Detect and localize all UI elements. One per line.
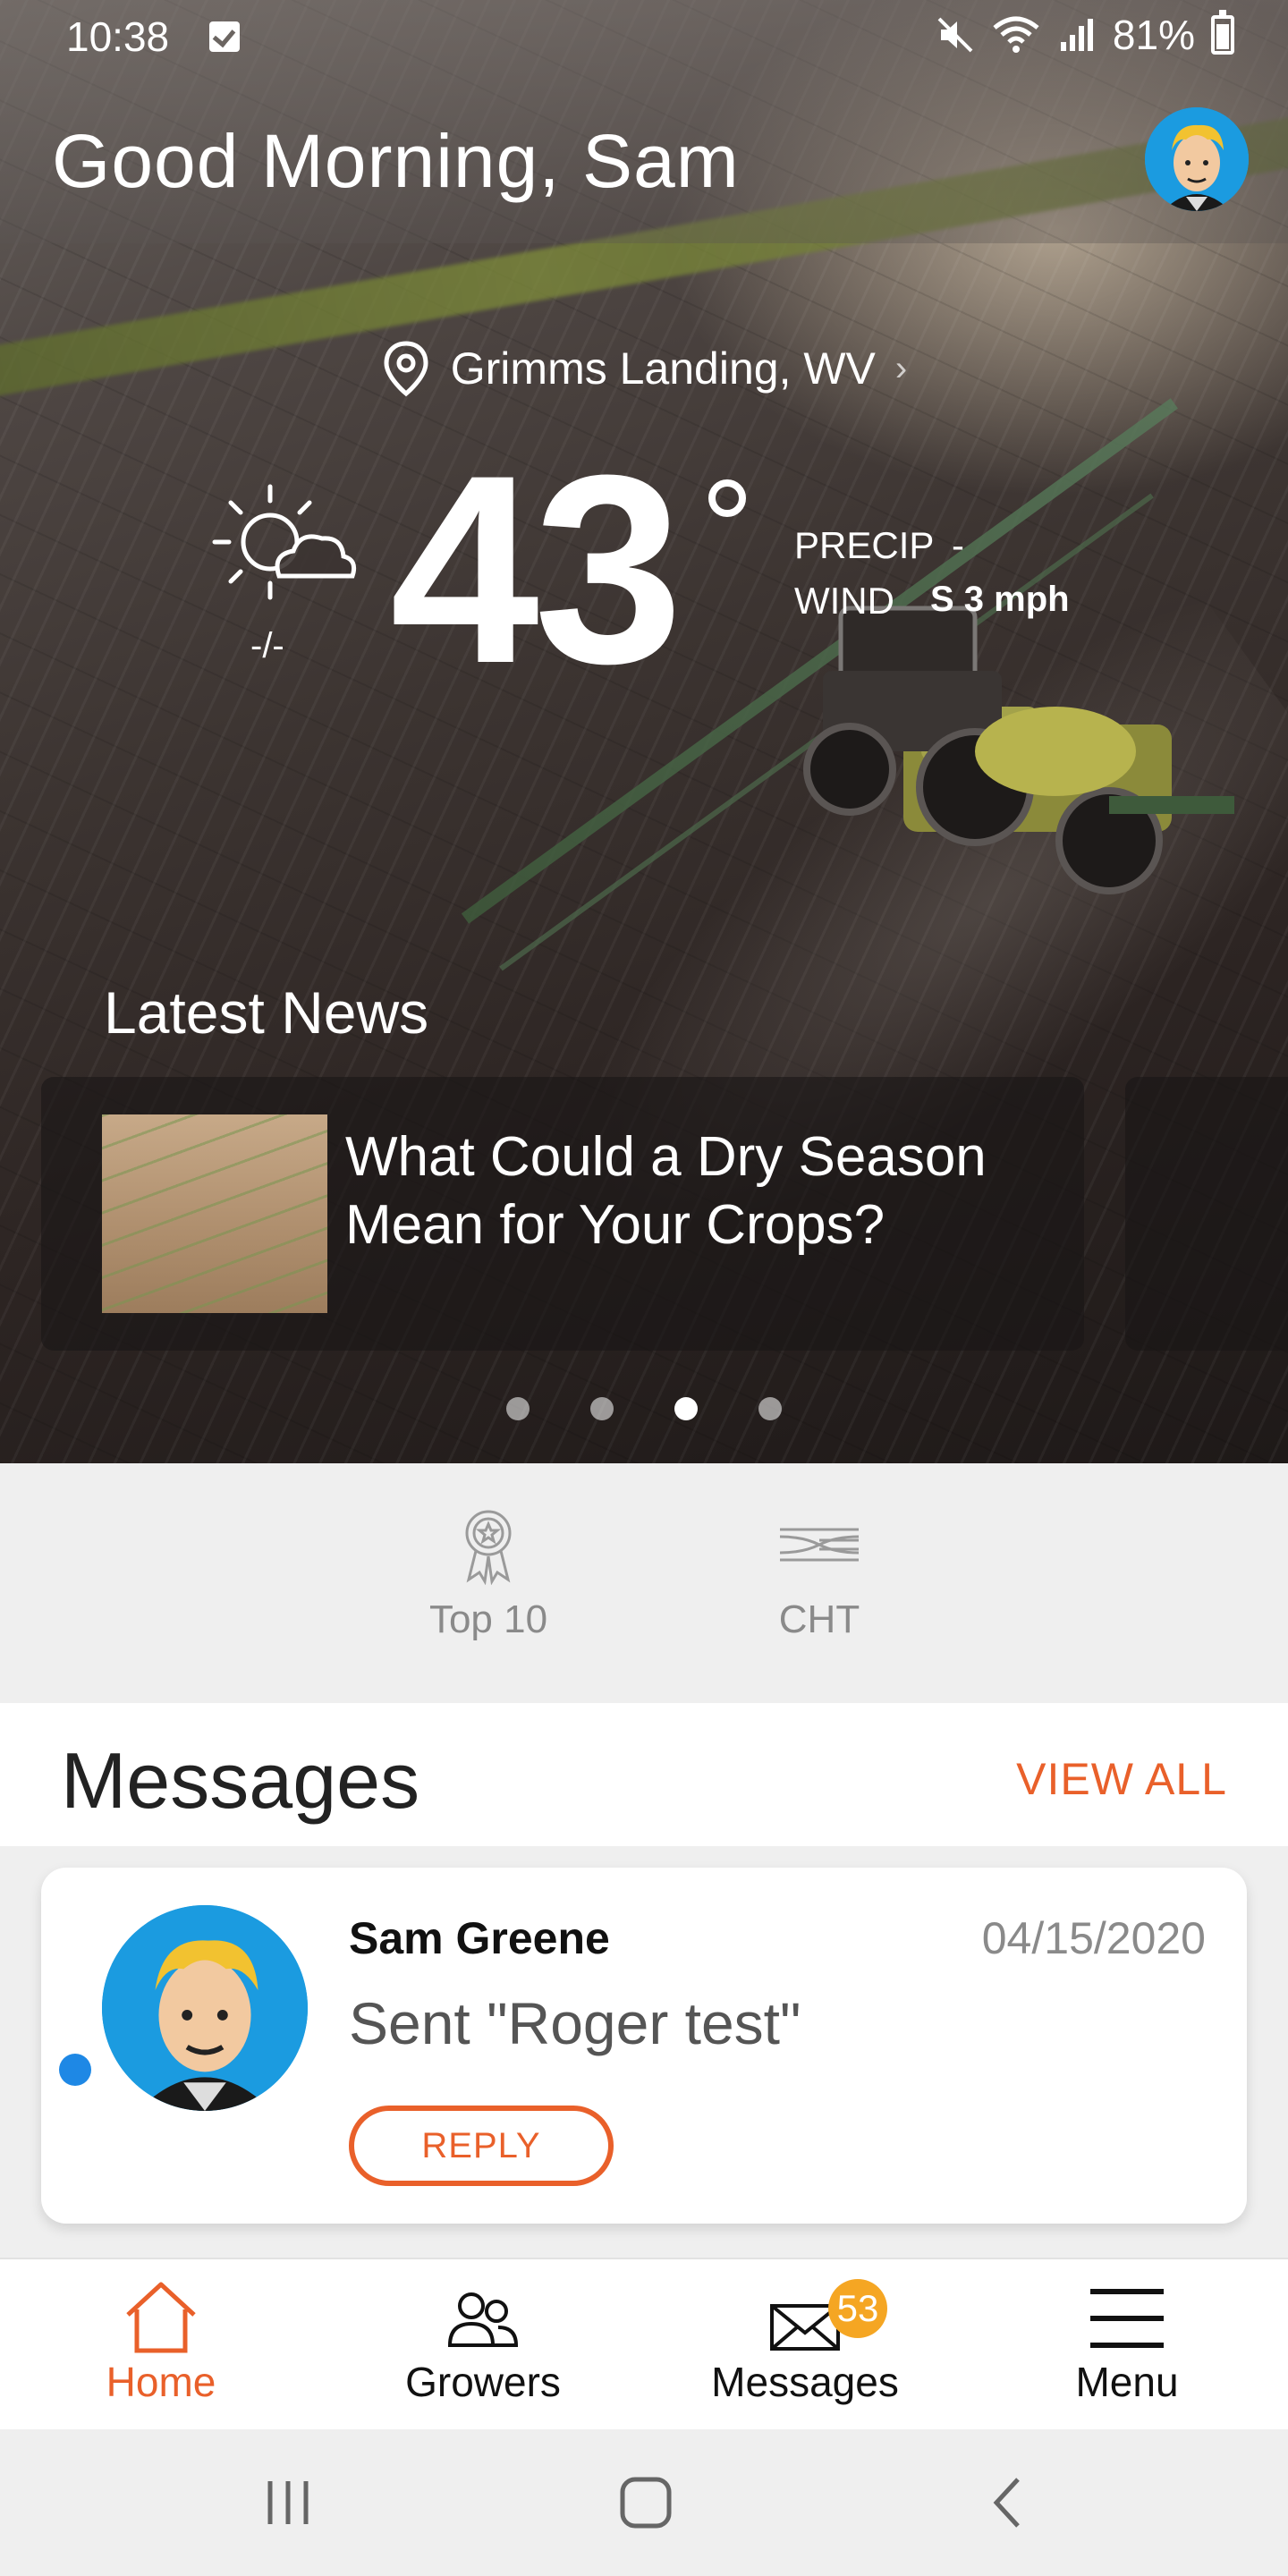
location-pin-icon: [384, 341, 428, 397]
award-ribbon-icon: [465, 1510, 512, 1585]
view-all-link[interactable]: VIEW ALL: [1016, 1753, 1227, 1805]
wifi-icon: [993, 16, 1039, 53]
messages-header: Messages VIEW ALL: [0, 1703, 1288, 1846]
carousel-pagination: [0, 1397, 1288, 1420]
chevron-right-icon: ›: [894, 348, 908, 388]
degree-symbol: [708, 479, 746, 517]
sender-avatar: [102, 1905, 308, 2111]
carousel-dot-active[interactable]: [674, 1397, 698, 1420]
current-temperature: 43: [390, 419, 683, 719]
tractor-image: [803, 606, 1234, 894]
reply-button[interactable]: REPLY: [349, 2106, 614, 2186]
system-navigation-bar: [0, 2429, 1288, 2576]
location-name: Grimms Landing, WV: [450, 343, 876, 394]
battery-percent: 81%: [1112, 12, 1195, 58]
nav-menu[interactable]: Menu: [966, 2279, 1288, 2406]
notification-check-icon: [209, 21, 240, 52]
messages-title: Messages: [61, 1736, 420, 1825]
news-card[interactable]: What Could a Dry Season Mean for Your Cr…: [41, 1077, 1084, 1351]
nav-label: Menu: [1075, 2359, 1179, 2405]
hero-section: 10:38 81% Good Morning, Sam Grimms Landi…: [0, 0, 1288, 1463]
message-sender: Sam Greene: [349, 1913, 610, 1963]
mute-icon: [937, 17, 973, 53]
cht-logo-icon: [779, 1528, 860, 1562]
quick-link-top10[interactable]: Top 10: [381, 1504, 596, 1642]
messages-list: Sam Greene 04/15/2020 Sent "Roger test" …: [0, 1846, 1288, 2258]
carousel-dot[interactable]: [506, 1397, 530, 1420]
message-card[interactable]: Sam Greene 04/15/2020 Sent "Roger test" …: [41, 1868, 1247, 2224]
wind-value: S 3 mph: [930, 580, 1070, 619]
wind-label: WIND: [794, 580, 894, 622]
precip-label: PRECIP: [794, 524, 935, 566]
avatar-face-icon: [102, 1905, 308, 2111]
unread-indicator: [59, 2054, 91, 2086]
hi-lo-temperature: -/-: [250, 626, 284, 665]
nav-growers[interactable]: Growers: [322, 2279, 644, 2406]
quick-link-label: CHT: [778, 1597, 860, 1641]
greeting-title: Good Morning, Sam: [52, 119, 740, 203]
avatar-face-icon: [1145, 107, 1249, 211]
nav-home[interactable]: Home: [0, 2279, 322, 2406]
latest-news-heading: Latest News: [104, 979, 429, 1046]
nav-label: Growers: [405, 2359, 561, 2405]
news-title: What Could a Dry Season Mean for Your Cr…: [345, 1126, 987, 1256]
status-time: 10:38: [66, 13, 170, 60]
precip-value: -: [952, 524, 964, 566]
nav-label: Home: [106, 2359, 216, 2405]
news-thumbnail-image: [102, 1114, 327, 1313]
home-icon: [126, 2282, 196, 2353]
home-system-icon[interactable]: [617, 2474, 674, 2531]
battery-icon: [1211, 10, 1234, 55]
status-bar: 10:38 81%: [0, 0, 1288, 75]
news-card-next[interactable]: [1125, 1077, 1288, 1351]
hamburger-menu-icon: [1090, 2289, 1164, 2348]
quick-link-label: Top 10: [428, 1597, 548, 1641]
nav-messages[interactable]: 53 Messages: [644, 2279, 966, 2406]
message-preview: Sent "Roger test": [349, 1990, 801, 2056]
quick-links: Top 10 CHT: [0, 1463, 1288, 1703]
quick-link-cht[interactable]: CHT: [712, 1504, 927, 1642]
recent-apps-icon[interactable]: [259, 2474, 317, 2531]
message-date: 04/15/2020: [981, 1913, 1206, 1963]
growers-icon: [447, 2292, 519, 2347]
nav-label: Messages: [711, 2359, 899, 2405]
partly-cloudy-icon: [212, 484, 357, 600]
location-selector[interactable]: Grimms Landing, WV ›: [0, 340, 1288, 397]
carousel-dot[interactable]: [590, 1397, 614, 1420]
unread-count-badge: 53: [828, 2279, 887, 2338]
back-icon[interactable]: [980, 2474, 1038, 2531]
bottom-navigation: Home Growers 53 Messages Menu: [0, 2258, 1288, 2429]
carousel-dot[interactable]: [758, 1397, 782, 1420]
profile-avatar[interactable]: [1145, 107, 1249, 211]
signal-icon: [1060, 19, 1093, 51]
